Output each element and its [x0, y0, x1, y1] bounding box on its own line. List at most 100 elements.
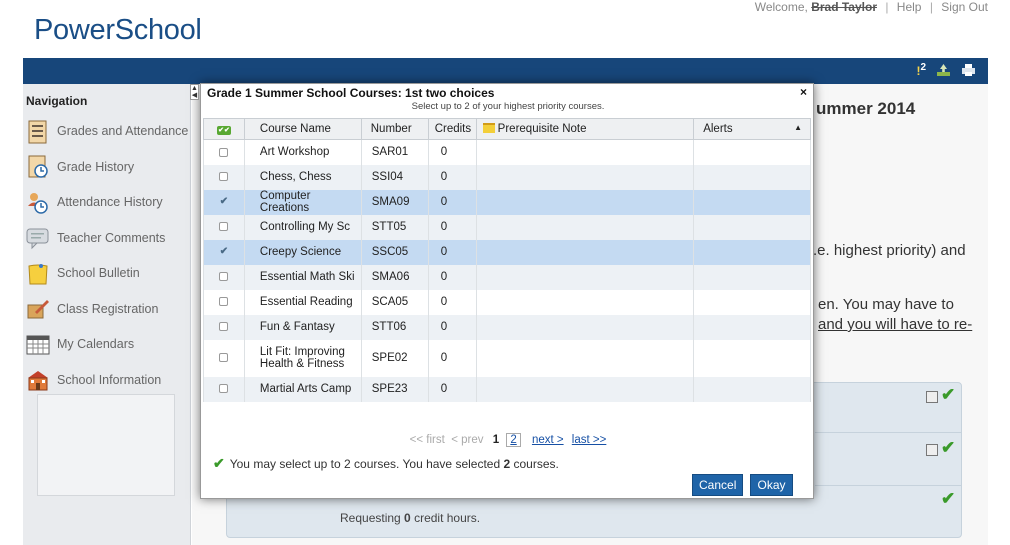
nav-item-attendance-history[interactable]: Attendance History [26, 185, 191, 221]
unchecked-checkbox[interactable] [219, 147, 229, 157]
next-page-link[interactable]: next > [532, 434, 564, 446]
edit-icon[interactable] [926, 391, 938, 403]
prerequisite-note [475, 139, 695, 165]
instruction-link-text[interactable]: and you will have to re- [818, 316, 972, 333]
course-row[interactable]: ✔ Computer Creations SMA09 0 [203, 189, 811, 215]
course-name: Art Workshop [243, 139, 362, 165]
course-number: SAR01 [360, 139, 429, 165]
nav-item-school-bulletin[interactable]: School Bulletin [26, 256, 191, 292]
alerts-cell [693, 164, 811, 190]
column-header-course-name[interactable]: Course Name [243, 118, 362, 140]
alerts-cell [693, 239, 811, 265]
checkmark-icon: ✔✔ [216, 126, 231, 135]
sign-out-link[interactable]: Sign Out [941, 0, 988, 14]
course-row[interactable]: Art Workshop SAR01 0 [203, 139, 811, 165]
edit-icon[interactable] [926, 444, 938, 456]
calendar-icon [26, 333, 50, 357]
school-bulletin-icon [26, 262, 50, 286]
course-row[interactable]: Martial Arts Camp SPE23 0 [203, 376, 811, 402]
credit-hours-summary: Requesting 0 credit hours. [340, 511, 481, 525]
course-name: Essential Math Ski [243, 264, 362, 290]
course-number: SSC05 [360, 239, 429, 265]
prerequisite-note [475, 314, 695, 340]
user-name: Brad Taylor [811, 0, 877, 14]
row-checkbox-cell [203, 214, 245, 240]
course-row[interactable]: Essential Math Ski SMA06 0 [203, 264, 811, 290]
course-name: Computer Creations [243, 189, 362, 215]
course-number: STT05 [360, 214, 429, 240]
course-credits: 0 [427, 289, 477, 315]
row-checkbox-cell [203, 289, 245, 315]
column-header-alerts[interactable]: Alerts ▲ [693, 118, 811, 140]
column-header-credits[interactable]: Credits [427, 118, 477, 140]
course-number: SCA05 [360, 289, 429, 315]
course-name: Essential Reading [243, 289, 362, 315]
unchecked-checkbox[interactable] [219, 172, 229, 182]
course-row[interactable]: Fun & Fantasy STT06 0 [203, 314, 811, 340]
prerequisite-note [475, 289, 695, 315]
nav-item-school-information[interactable]: School Information [26, 363, 191, 399]
unchecked-checkbox[interactable] [219, 222, 229, 232]
school-information-icon [26, 368, 50, 392]
last-page-link[interactable]: last >> [572, 434, 607, 446]
cancel-button[interactable]: Cancel [692, 474, 744, 496]
user-bar: Welcome, Brad Taylor | Help | Sign Out [754, 0, 988, 14]
alerts-cell [693, 139, 811, 165]
checked-checkbox[interactable]: ✔ [220, 246, 228, 257]
column-header-prerequisite-note[interactable]: Prerequisite Note [475, 118, 695, 140]
column-header-number[interactable]: Number [360, 118, 429, 140]
nav-item-grades-and-attendance[interactable]: Grades and Attendance [26, 114, 191, 150]
course-row[interactable]: ✔ Creepy Science SSC05 0 [203, 239, 811, 265]
nav-item-teacher-comments[interactable]: Teacher Comments [26, 221, 191, 257]
grades-icon [26, 120, 50, 144]
course-row[interactable]: Controlling My Sc STT05 0 [203, 214, 811, 240]
alerts-cell [693, 339, 811, 377]
course-row[interactable]: Chess, Chess SSI04 0 [203, 164, 811, 190]
row-checkbox-cell [203, 264, 245, 290]
check-icon: ✔ [941, 385, 956, 404]
alerts-cell [693, 264, 811, 290]
page-2-link[interactable]: 2 [506, 433, 521, 447]
nav-item-class-registration[interactable]: Class Registration [26, 292, 191, 328]
prerequisite-note [475, 189, 695, 215]
course-number: SSI04 [360, 164, 429, 190]
prerequisite-note [475, 376, 695, 402]
alerts-cell [693, 189, 811, 215]
unchecked-checkbox[interactable] [219, 384, 229, 394]
course-credits: 0 [427, 264, 477, 290]
course-credits: 0 [427, 339, 477, 377]
course-number: STT06 [360, 314, 429, 340]
close-icon[interactable]: × [800, 85, 807, 99]
unchecked-checkbox[interactable] [219, 297, 229, 307]
unchecked-checkbox[interactable] [219, 322, 229, 332]
course-row[interactable]: Essential Reading SCA05 0 [203, 289, 811, 315]
collapse-toggle-icon[interactable]: ▲ ◀ [190, 84, 199, 100]
instruction-text: .e. highest priority) and [813, 242, 966, 259]
selection-status: ✔ You may select up to 2 courses. You hav… [213, 455, 559, 471]
prev-page-link[interactable]: < prev [451, 434, 483, 446]
prerequisite-note [475, 214, 695, 240]
row-checkbox-cell [203, 164, 245, 190]
top-nav-bar: !2 [23, 58, 988, 84]
credit-hours-value: 0 [404, 511, 411, 525]
alerts-cell [693, 289, 811, 315]
nav-item-my-calendars[interactable]: My Calendars [26, 327, 191, 363]
checked-checkbox[interactable]: ✔ [220, 196, 228, 207]
select-all-header[interactable]: ✔✔ [203, 118, 245, 140]
first-page-link[interactable]: << first [410, 434, 445, 446]
alerts-cell [693, 376, 811, 402]
download-icon[interactable] [936, 63, 951, 77]
print-icon[interactable] [961, 63, 976, 77]
nav-item-grade-history[interactable]: Grade History [26, 150, 191, 186]
unchecked-checkbox[interactable] [219, 353, 229, 363]
nav-item-label: Class Registration [57, 301, 159, 316]
course-credits: 0 [427, 239, 477, 265]
teacher-comments-icon [26, 226, 50, 250]
unchecked-checkbox[interactable] [219, 272, 229, 282]
alerts-icon[interactable]: !2 [916, 62, 926, 78]
course-name: Martial Arts Camp [243, 376, 362, 402]
course-credits: 0 [427, 376, 477, 402]
okay-button[interactable]: Okay [750, 474, 793, 496]
course-row[interactable]: Lit Fit: Improving Health & Fitness SPE02… [203, 339, 811, 377]
help-link[interactable]: Help [897, 0, 922, 14]
